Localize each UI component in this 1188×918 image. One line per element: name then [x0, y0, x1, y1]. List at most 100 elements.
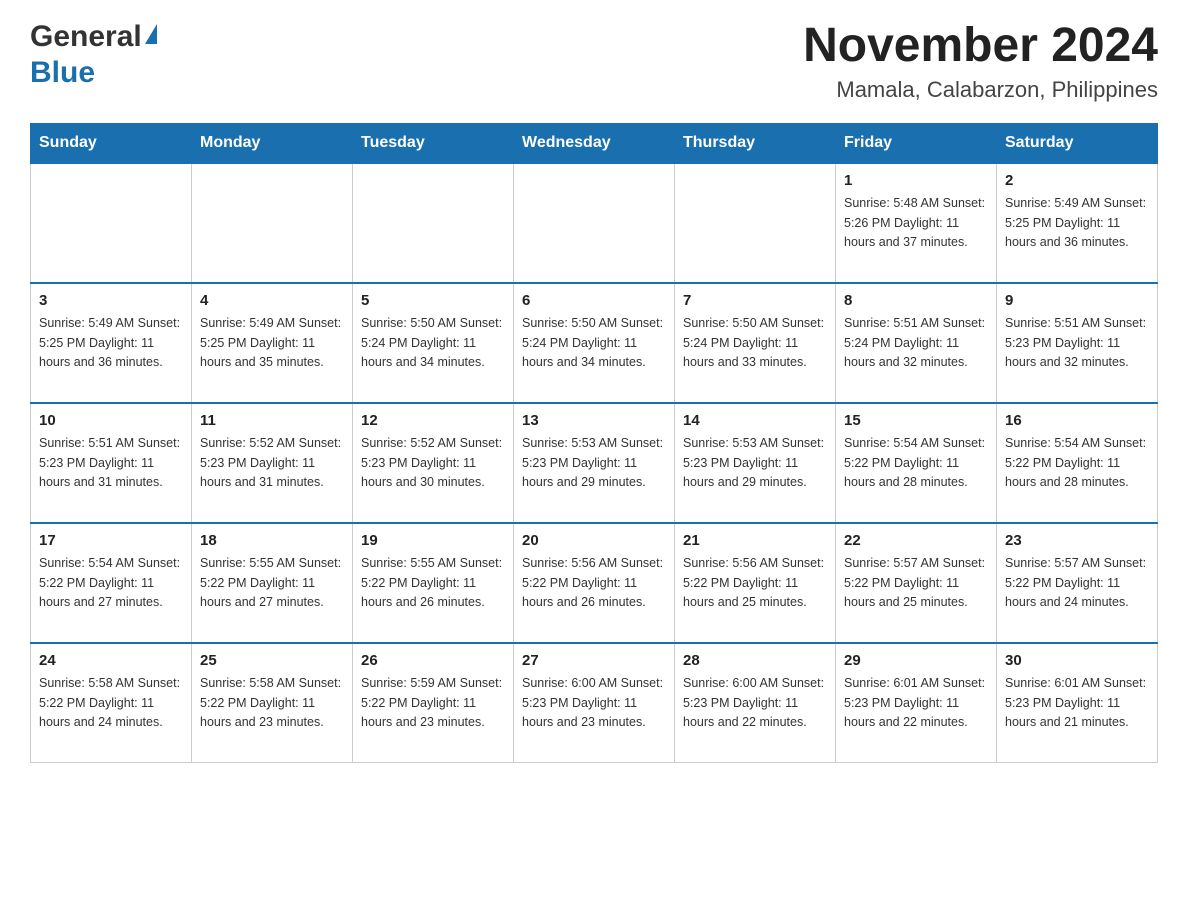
day-info: Sunrise: 5:49 AM Sunset: 5:25 PM Dayligh…	[1005, 194, 1149, 252]
column-header-wednesday: Wednesday	[514, 123, 675, 163]
day-number: 3	[39, 290, 183, 313]
calendar-cell: 20Sunrise: 5:56 AM Sunset: 5:22 PM Dayli…	[514, 523, 675, 643]
day-info: Sunrise: 5:56 AM Sunset: 5:22 PM Dayligh…	[522, 554, 666, 612]
calendar-cell: 11Sunrise: 5:52 AM Sunset: 5:23 PM Dayli…	[192, 403, 353, 523]
calendar-cell: 9Sunrise: 5:51 AM Sunset: 5:23 PM Daylig…	[997, 283, 1158, 403]
title-section: November 2024 Mamala, Calabarzon, Philip…	[803, 20, 1158, 103]
day-info: Sunrise: 5:49 AM Sunset: 5:25 PM Dayligh…	[200, 314, 344, 372]
calendar-cell: 24Sunrise: 5:58 AM Sunset: 5:22 PM Dayli…	[31, 643, 192, 763]
day-number: 22	[844, 530, 988, 553]
day-number: 10	[39, 410, 183, 433]
day-info: Sunrise: 5:57 AM Sunset: 5:22 PM Dayligh…	[844, 554, 988, 612]
day-info: Sunrise: 5:52 AM Sunset: 5:23 PM Dayligh…	[200, 434, 344, 492]
day-info: Sunrise: 5:58 AM Sunset: 5:22 PM Dayligh…	[200, 674, 344, 732]
day-number: 11	[200, 410, 344, 433]
day-number: 12	[361, 410, 505, 433]
calendar-cell: 17Sunrise: 5:54 AM Sunset: 5:22 PM Dayli…	[31, 523, 192, 643]
calendar-cell: 10Sunrise: 5:51 AM Sunset: 5:23 PM Dayli…	[31, 403, 192, 523]
day-number: 5	[361, 290, 505, 313]
column-header-saturday: Saturday	[997, 123, 1158, 163]
day-info: Sunrise: 5:53 AM Sunset: 5:23 PM Dayligh…	[683, 434, 827, 492]
day-number: 19	[361, 530, 505, 553]
calendar-cell: 5Sunrise: 5:50 AM Sunset: 5:24 PM Daylig…	[353, 283, 514, 403]
day-number: 9	[1005, 290, 1149, 313]
day-info: Sunrise: 5:52 AM Sunset: 5:23 PM Dayligh…	[361, 434, 505, 492]
day-info: Sunrise: 5:49 AM Sunset: 5:25 PM Dayligh…	[39, 314, 183, 372]
calendar-cell: 7Sunrise: 5:50 AM Sunset: 5:24 PM Daylig…	[675, 283, 836, 403]
column-header-monday: Monday	[192, 123, 353, 163]
logo: General Blue	[30, 20, 157, 90]
logo-blue-text: Blue	[30, 56, 95, 90]
calendar-cell: 21Sunrise: 5:56 AM Sunset: 5:22 PM Dayli…	[675, 523, 836, 643]
day-info: Sunrise: 5:55 AM Sunset: 5:22 PM Dayligh…	[361, 554, 505, 612]
day-number: 8	[844, 290, 988, 313]
day-info: Sunrise: 5:54 AM Sunset: 5:22 PM Dayligh…	[39, 554, 183, 612]
day-number: 7	[683, 290, 827, 313]
day-number: 1	[844, 170, 988, 193]
calendar-cell: 12Sunrise: 5:52 AM Sunset: 5:23 PM Dayli…	[353, 403, 514, 523]
calendar-cell: 18Sunrise: 5:55 AM Sunset: 5:22 PM Dayli…	[192, 523, 353, 643]
calendar-cell: 13Sunrise: 5:53 AM Sunset: 5:23 PM Dayli…	[514, 403, 675, 523]
day-info: Sunrise: 5:51 AM Sunset: 5:23 PM Dayligh…	[39, 434, 183, 492]
calendar-cell: 26Sunrise: 5:59 AM Sunset: 5:22 PM Dayli…	[353, 643, 514, 763]
location-title: Mamala, Calabarzon, Philippines	[803, 77, 1158, 103]
calendar-cell: 19Sunrise: 5:55 AM Sunset: 5:22 PM Dayli…	[353, 523, 514, 643]
day-info: Sunrise: 5:50 AM Sunset: 5:24 PM Dayligh…	[361, 314, 505, 372]
calendar-week-row: 24Sunrise: 5:58 AM Sunset: 5:22 PM Dayli…	[31, 643, 1158, 763]
day-number: 14	[683, 410, 827, 433]
calendar-cell: 27Sunrise: 6:00 AM Sunset: 5:23 PM Dayli…	[514, 643, 675, 763]
calendar-cell	[514, 163, 675, 283]
day-number: 13	[522, 410, 666, 433]
day-info: Sunrise: 6:01 AM Sunset: 5:23 PM Dayligh…	[1005, 674, 1149, 732]
day-info: Sunrise: 5:50 AM Sunset: 5:24 PM Dayligh…	[683, 314, 827, 372]
calendar-week-row: 10Sunrise: 5:51 AM Sunset: 5:23 PM Dayli…	[31, 403, 1158, 523]
calendar-cell: 14Sunrise: 5:53 AM Sunset: 5:23 PM Dayli…	[675, 403, 836, 523]
page-header: General Blue November 2024 Mamala, Calab…	[30, 20, 1158, 103]
calendar-cell: 23Sunrise: 5:57 AM Sunset: 5:22 PM Dayli…	[997, 523, 1158, 643]
day-number: 15	[844, 410, 988, 433]
day-number: 28	[683, 650, 827, 673]
calendar-cell: 15Sunrise: 5:54 AM Sunset: 5:22 PM Dayli…	[836, 403, 997, 523]
day-number: 27	[522, 650, 666, 673]
day-number: 6	[522, 290, 666, 313]
month-title: November 2024	[803, 20, 1158, 73]
day-number: 17	[39, 530, 183, 553]
calendar-cell: 22Sunrise: 5:57 AM Sunset: 5:22 PM Dayli…	[836, 523, 997, 643]
day-number: 21	[683, 530, 827, 553]
calendar-week-row: 3Sunrise: 5:49 AM Sunset: 5:25 PM Daylig…	[31, 283, 1158, 403]
calendar-cell: 25Sunrise: 5:58 AM Sunset: 5:22 PM Dayli…	[192, 643, 353, 763]
day-info: Sunrise: 6:00 AM Sunset: 5:23 PM Dayligh…	[683, 674, 827, 732]
calendar-cell: 8Sunrise: 5:51 AM Sunset: 5:24 PM Daylig…	[836, 283, 997, 403]
day-info: Sunrise: 5:51 AM Sunset: 5:23 PM Dayligh…	[1005, 314, 1149, 372]
day-number: 4	[200, 290, 344, 313]
calendar-cell	[353, 163, 514, 283]
calendar-week-row: 1Sunrise: 5:48 AM Sunset: 5:26 PM Daylig…	[31, 163, 1158, 283]
day-info: Sunrise: 5:48 AM Sunset: 5:26 PM Dayligh…	[844, 194, 988, 252]
calendar-cell: 30Sunrise: 6:01 AM Sunset: 5:23 PM Dayli…	[997, 643, 1158, 763]
calendar-cell: 4Sunrise: 5:49 AM Sunset: 5:25 PM Daylig…	[192, 283, 353, 403]
column-header-thursday: Thursday	[675, 123, 836, 163]
calendar-cell: 28Sunrise: 6:00 AM Sunset: 5:23 PM Dayli…	[675, 643, 836, 763]
day-info: Sunrise: 5:54 AM Sunset: 5:22 PM Dayligh…	[1005, 434, 1149, 492]
day-info: Sunrise: 5:55 AM Sunset: 5:22 PM Dayligh…	[200, 554, 344, 612]
calendar-cell	[675, 163, 836, 283]
day-number: 18	[200, 530, 344, 553]
calendar-cell: 2Sunrise: 5:49 AM Sunset: 5:25 PM Daylig…	[997, 163, 1158, 283]
day-number: 30	[1005, 650, 1149, 673]
column-header-friday: Friday	[836, 123, 997, 163]
day-info: Sunrise: 5:59 AM Sunset: 5:22 PM Dayligh…	[361, 674, 505, 732]
day-number: 26	[361, 650, 505, 673]
day-number: 20	[522, 530, 666, 553]
day-info: Sunrise: 5:56 AM Sunset: 5:22 PM Dayligh…	[683, 554, 827, 612]
day-info: Sunrise: 5:54 AM Sunset: 5:22 PM Dayligh…	[844, 434, 988, 492]
day-info: Sunrise: 5:58 AM Sunset: 5:22 PM Dayligh…	[39, 674, 183, 732]
day-info: Sunrise: 5:57 AM Sunset: 5:22 PM Dayligh…	[1005, 554, 1149, 612]
logo-general-text: General	[30, 20, 142, 54]
calendar-cell: 1Sunrise: 5:48 AM Sunset: 5:26 PM Daylig…	[836, 163, 997, 283]
column-header-sunday: Sunday	[31, 123, 192, 163]
calendar-header-row: SundayMondayTuesdayWednesdayThursdayFrid…	[31, 123, 1158, 163]
column-header-tuesday: Tuesday	[353, 123, 514, 163]
calendar-table: SundayMondayTuesdayWednesdayThursdayFrid…	[30, 123, 1158, 764]
calendar-cell: 6Sunrise: 5:50 AM Sunset: 5:24 PM Daylig…	[514, 283, 675, 403]
calendar-cell	[192, 163, 353, 283]
